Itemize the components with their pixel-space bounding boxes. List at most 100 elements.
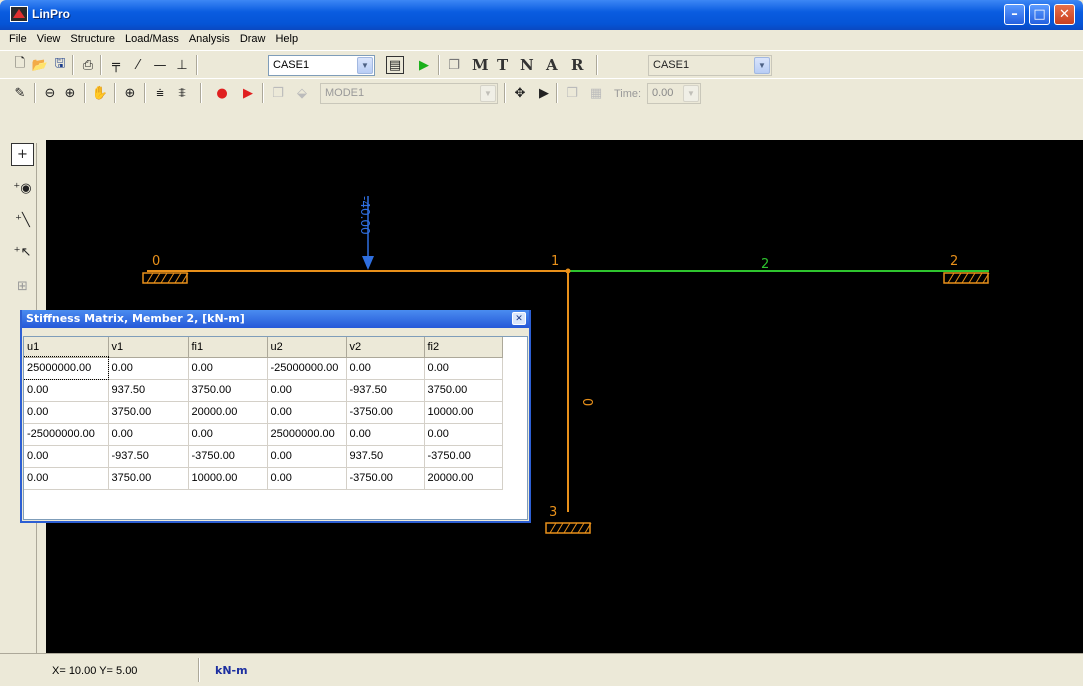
mode-select[interactable]: MODE1 ▼ <box>320 83 498 104</box>
support-hatch <box>174 272 182 284</box>
beam-icon[interactable]: — <box>150 55 170 75</box>
reactions-button[interactable]: R <box>571 56 583 74</box>
matrix-cell[interactable]: -937.50 <box>108 445 189 468</box>
copy-icon[interactable]: ❐ <box>444 55 464 75</box>
open-folder-icon[interactable]: 📂 <box>30 55 50 75</box>
minimize-icon: – <box>1011 7 1018 22</box>
matrix-cell[interactable]: 0.00 <box>24 445 109 468</box>
menu-view[interactable]: View <box>32 30 66 50</box>
maximize-button[interactable]: □ <box>1029 4 1050 25</box>
mass-icon[interactable]: ● <box>212 83 232 103</box>
matrix-cell[interactable]: -937.50 <box>346 379 425 402</box>
matrix-cell[interactable]: 0.00 <box>24 467 109 490</box>
time-select[interactable]: 0.00 ▼ <box>647 83 701 104</box>
matrix-cell[interactable]: 20000.00 <box>188 401 268 424</box>
matrix-cell[interactable]: -3750.00 <box>424 445 503 468</box>
matrix-cell[interactable]: 937.50 <box>108 379 189 402</box>
dynamic-run-icon[interactable]: ▶ <box>238 83 258 103</box>
matrix-cell[interactable]: 0.00 <box>108 423 189 446</box>
coordinates-readout: X= 10.00 Y= 5.00 <box>52 665 138 677</box>
result-case-select[interactable]: CASE1 ▼ <box>648 55 772 76</box>
column-header-u2[interactable]: u2 <box>267 337 347 358</box>
move-icon[interactable]: ✥ <box>510 83 530 103</box>
menu-analysis[interactable]: Analysis <box>184 30 235 50</box>
pencil-icon[interactable]: ✎ <box>10 83 30 103</box>
matrix-cell[interactable]: 10000.00 <box>188 467 268 490</box>
matrix-cell[interactable]: 0.00 <box>267 401 347 424</box>
close-button[interactable]: ✕ <box>1054 4 1075 25</box>
support-hatch <box>146 272 154 284</box>
menu-draw[interactable]: Draw <box>235 30 271 50</box>
matrix-grid[interactable]: u1 v1 fi1 u2 v2 fi2 25000000.00 0.00 0.00 -25000… <box>23 336 528 520</box>
matrix-cell[interactable]: 3750.00 <box>424 379 503 402</box>
matrix-cell[interactable]: 20000.00 <box>424 467 503 490</box>
minimize-button[interactable]: – <box>1004 4 1025 25</box>
status-bar: X= 10.00 Y= 5.00 kN-m <box>0 653 1083 686</box>
menu-load-mass[interactable]: Load/Mass <box>120 30 184 50</box>
matrix-cell[interactable]: 3750.00 <box>108 467 189 490</box>
matrix-cell[interactable]: 0.00 <box>267 445 347 468</box>
deformation-button[interactable]: A <box>546 56 558 74</box>
matrix-cell[interactable]: 25000000.00 <box>24 356 109 380</box>
matrix-cell[interactable]: 0.00 <box>108 357 189 380</box>
dialog-close-button[interactable]: ✕ <box>512 312 526 325</box>
matrix-cell[interactable]: 0.00 <box>267 379 347 402</box>
matrix-cell[interactable]: 0.00 <box>188 423 268 446</box>
column-header-v2[interactable]: v2 <box>346 337 425 358</box>
matrix-cell[interactable]: 0.00 <box>424 423 503 446</box>
animation-disabled-icon: ⬙ <box>297 85 307 101</box>
menu-file[interactable]: File <box>4 30 32 50</box>
support-hatch <box>167 272 175 284</box>
case-editor-icon[interactable]: ▤ <box>386 56 404 74</box>
pan-hand-icon[interactable]: ✋ <box>90 83 110 103</box>
zoom-in-icon[interactable]: ⊕ <box>60 83 80 103</box>
frame-icon[interactable]: ╤ <box>106 55 126 75</box>
grid-icon[interactable]: ⊞ <box>11 275 34 298</box>
new-file-icon[interactable]: 🗋 <box>10 55 30 75</box>
zoom-out-icon[interactable]: ⊖ <box>40 83 60 103</box>
matrix-cell[interactable]: 0.00 <box>346 357 425 380</box>
select-cross-icon[interactable]: + <box>11 143 34 166</box>
matrix-cell[interactable]: 0.00 <box>267 467 347 490</box>
play-icon[interactable]: ▶ <box>534 83 554 103</box>
load-case-select[interactable]: CASE1 ▼ <box>268 55 375 76</box>
matrix-cell[interactable]: 0.00 <box>188 357 268 380</box>
matrix-cell[interactable]: -25000000.00 <box>267 357 347 380</box>
menu-structure[interactable]: Structure <box>65 30 120 50</box>
print-icon[interactable]: ⎙ <box>78 55 98 75</box>
support-icon[interactable]: ⊥ <box>172 55 192 75</box>
chevron-down-icon: ▼ <box>754 57 770 74</box>
column-header-fi1[interactable]: fi1 <box>188 337 268 358</box>
matrix-cell[interactable]: -3750.00 <box>188 445 268 468</box>
matrix-cell[interactable]: 0.00 <box>424 357 503 380</box>
add-member-icon[interactable]: ⁺╲ <box>11 209 34 232</box>
matrix-cell[interactable]: 937.50 <box>346 445 425 468</box>
menu-help[interactable]: Help <box>270 30 303 50</box>
matrix-cell[interactable]: 10000.00 <box>424 401 503 424</box>
hinge-icon[interactable]: ⩧ <box>150 83 170 103</box>
column-header-u1[interactable]: u1 <box>24 337 109 358</box>
matrix-cell[interactable]: 3750.00 <box>108 401 189 424</box>
matrix-cell[interactable]: -3750.00 <box>346 401 425 424</box>
matrix-cell[interactable]: 0.00 <box>346 423 425 446</box>
matrix-cell[interactable]: -3750.00 <box>346 467 425 490</box>
matrix-cell[interactable]: 3750.00 <box>188 379 268 402</box>
column-header-fi2[interactable]: fi2 <box>424 337 503 358</box>
add-support-icon[interactable]: ⁺↖ <box>11 241 34 264</box>
toolbar-separator <box>556 83 558 103</box>
normal-force-button[interactable]: N <box>520 56 534 74</box>
run-analysis-icon[interactable]: ▶ <box>414 55 434 75</box>
matrix-cell[interactable]: 0.00 <box>24 379 109 402</box>
matrix-cell[interactable]: 25000000.00 <box>267 423 347 446</box>
matrix-cell[interactable]: -25000000.00 <box>24 423 109 446</box>
zoom-extents-icon[interactable]: ⊕ <box>120 83 140 103</box>
column-header-v1[interactable]: v1 <box>108 337 189 358</box>
add-node-icon[interactable]: ⁺◉ <box>11 177 34 200</box>
matrix-cell[interactable]: 0.00 <box>24 401 109 424</box>
moment-diagram-button[interactable]: M <box>472 56 489 74</box>
slope-icon[interactable]: ⁄ <box>128 55 148 75</box>
maximize-icon: □ <box>1033 7 1046 22</box>
save-icon[interactable]: 🖫 <box>50 55 70 75</box>
support-toggle-icon[interactable]: ⩨ <box>172 83 192 103</box>
shear-diagram-button[interactable]: T <box>497 56 508 74</box>
